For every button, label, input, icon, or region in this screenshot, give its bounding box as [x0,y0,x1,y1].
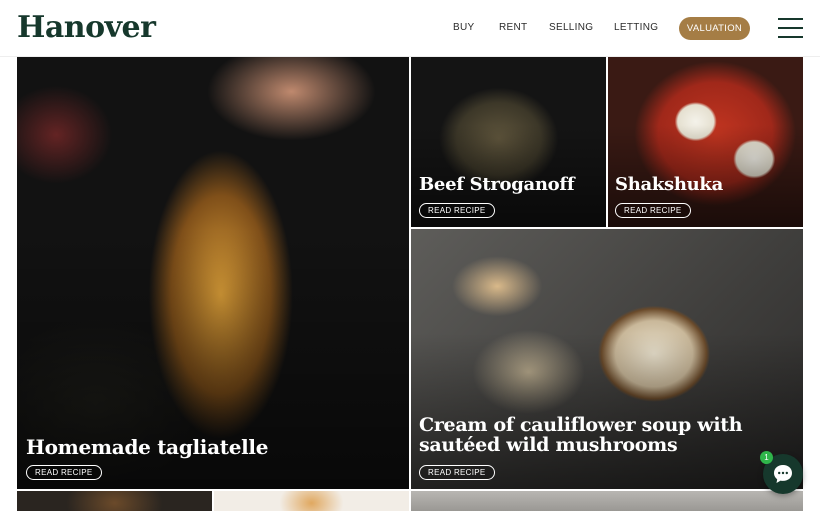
read-recipe-button[interactable]: READ RECIPE [615,203,691,218]
read-recipe-button[interactable]: READ RECIPE [26,465,102,480]
nav-letting[interactable]: LETTING [614,22,658,33]
read-recipe-button[interactable]: READ RECIPE [419,203,495,218]
recipe-title: Homemade tagliatelle [26,435,269,459]
recipe-card-shakshuka[interactable]: Shakshuka READ RECIPE [608,57,803,227]
valuation-button[interactable]: VALUATION [679,17,750,40]
recipe-card-tagliatelle[interactable]: Homemade tagliatelle READ RECIPE [17,57,409,489]
recipe-card-beef-stroganoff[interactable]: Beef Stroganoff READ RECIPE [411,57,606,227]
recipe-card-cauliflower-soup[interactable]: Cream of cauliflower soup with sautéed w… [411,229,803,489]
recipe-image [214,491,409,511]
nav-selling[interactable]: SELLING [549,22,593,33]
logo[interactable]: Hanover [17,10,156,45]
nav-buy[interactable]: BUY [453,22,474,33]
site-header: Hanover BUY RENT SELLING LETTING VALUATI… [0,0,820,57]
hamburger-menu-icon[interactable] [778,17,803,39]
read-recipe-button[interactable]: READ RECIPE [419,465,495,480]
recipe-title: Beef Stroganoff [419,174,575,195]
recipe-card-partial[interactable] [411,491,803,511]
notification-badge: 1 [760,451,773,464]
recipe-title: Shakshuka [615,174,723,195]
recipe-image [17,491,212,511]
chat-bubble-icon [774,465,792,483]
recipe-card-partial[interactable] [214,491,409,511]
nav-rent[interactable]: RENT [499,22,527,33]
recipe-title: Cream of cauliflower soup with sautéed w… [419,414,743,456]
recipe-card-partial[interactable] [17,491,212,511]
recipe-image [411,491,803,511]
